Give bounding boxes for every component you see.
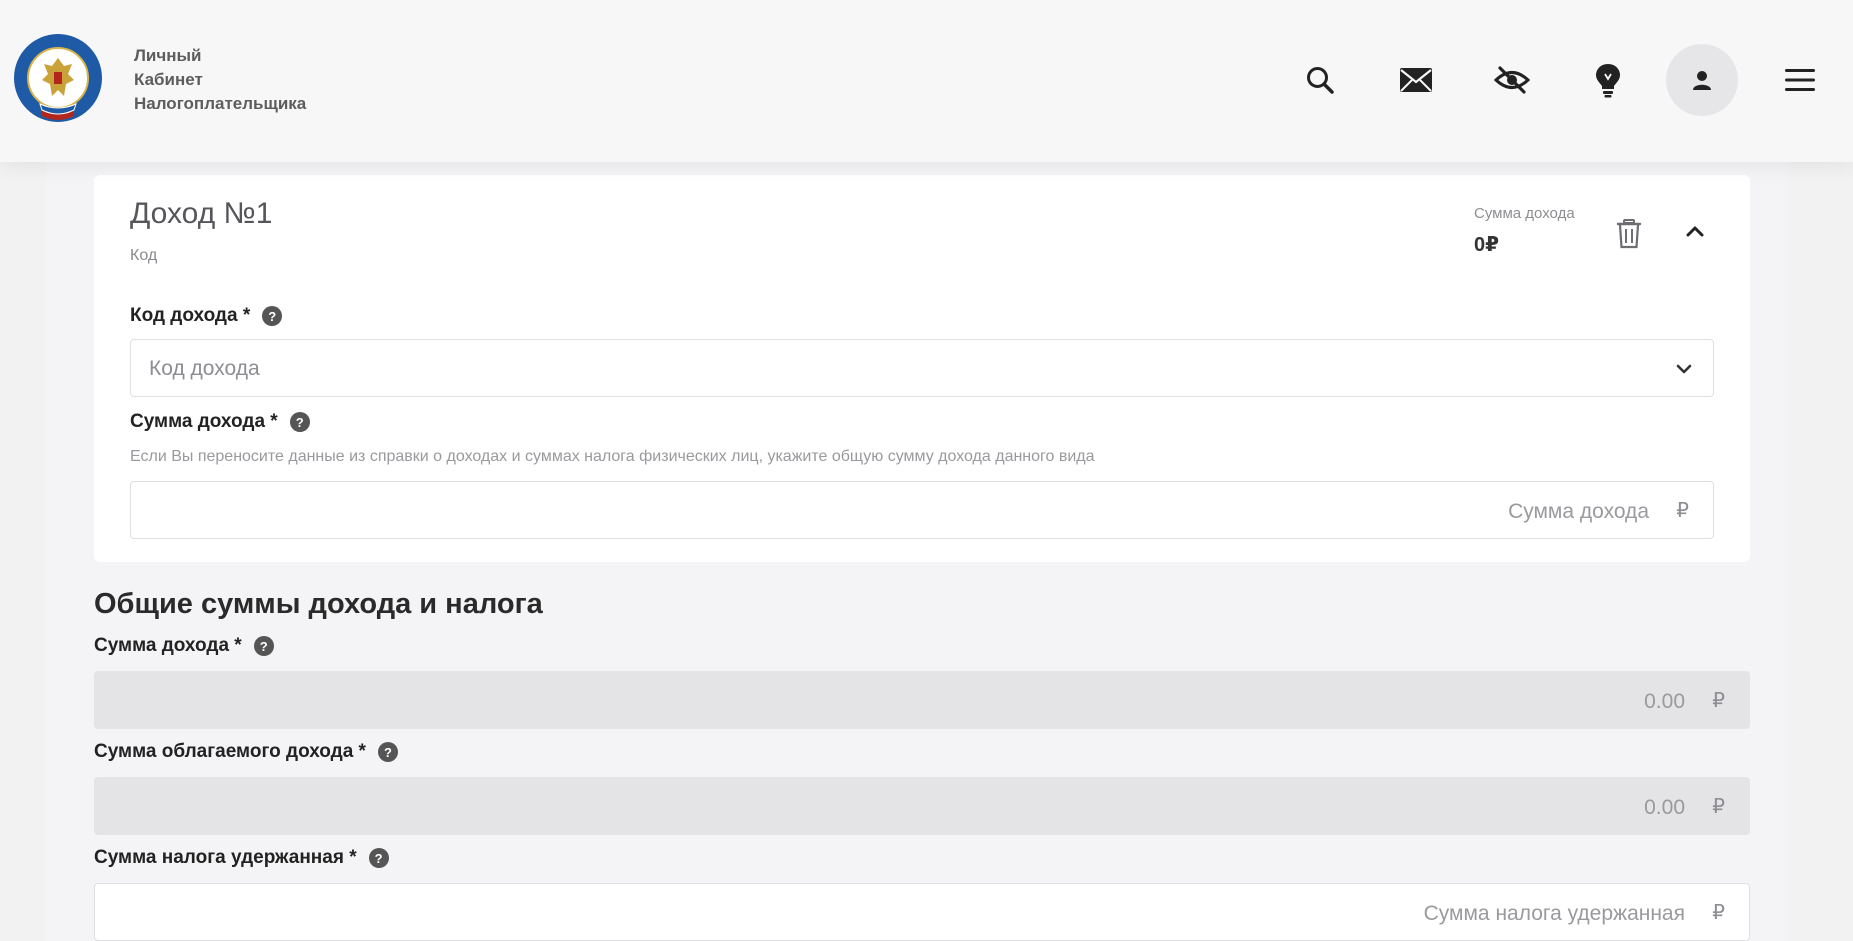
messages-button[interactable] — [1380, 44, 1452, 116]
delete-income-button[interactable] — [1616, 219, 1642, 249]
brand-line: Кабинет — [134, 70, 203, 89]
page: Личный Кабинет Налогоплательщика Доход №… — [0, 0, 1853, 941]
profile-button[interactable] — [1666, 44, 1738, 116]
withheld-tax-input[interactable]: Сумма налога удержанная ₽ — [94, 883, 1750, 941]
brand-title[interactable]: Личный Кабинет Налогоплательщика — [134, 44, 306, 116]
help-icon[interactable]: ? — [289, 412, 310, 432]
income-title: Доход №1 — [130, 197, 273, 230]
income-code-subtitle: Код — [130, 247, 158, 264]
ruble-icon: ₽ — [1676, 500, 1689, 522]
help-icon[interactable]: ? — [262, 306, 283, 326]
app-header: Личный Кабинет Налогоплательщика — [0, 0, 1853, 162]
mail-icon — [1400, 68, 1432, 92]
total-income-value: 0.00 — [1644, 690, 1685, 713]
chevron-down-icon — [1676, 364, 1692, 374]
brand-line: Налогоплательщика — [134, 94, 307, 113]
lightbulb-icon — [1596, 64, 1620, 98]
taxable-income-label-text: Сумма облагаемого дохода * — [94, 741, 366, 762]
withheld-tax-label-text: Сумма налога удержанная * — [94, 847, 357, 868]
withheld-tax-label: Сумма налога удержанная * ? — [94, 847, 389, 869]
total-income-label-text: Сумма дохода * — [94, 635, 242, 656]
search-button[interactable] — [1284, 44, 1356, 116]
ruble-icon: ₽ — [1712, 690, 1725, 712]
trash-icon — [1616, 219, 1642, 249]
fns-logo[interactable] — [12, 32, 104, 124]
hints-button[interactable] — [1572, 44, 1644, 116]
user-icon — [1693, 71, 1711, 90]
income-sum-label: Сумма дохода — [1474, 205, 1575, 222]
ruble-icon: ₽ — [1712, 902, 1725, 924]
taxable-income-field: 0.00 ₽ — [94, 777, 1750, 835]
income-code-label: Код дохода * ? — [130, 305, 283, 327]
income-code-select[interactable]: Код дохода — [130, 339, 1714, 397]
withheld-tax-placeholder: Сумма налога удержанная — [1423, 902, 1685, 925]
income-amount-placeholder: Сумма дохода — [1508, 500, 1649, 523]
income-code-placeholder: Код дохода — [149, 357, 260, 380]
brand-line: Личный — [134, 46, 202, 65]
help-icon[interactable]: ? — [253, 636, 274, 656]
taxable-income-label: Сумма облагаемого дохода * ? — [94, 741, 398, 763]
menu-icon — [1785, 69, 1815, 91]
income-amount-input[interactable]: Сумма дохода ₽ — [130, 481, 1714, 539]
income-card: Доход №1 Код Сумма дохода 0₽ Код дохода … — [94, 175, 1750, 562]
search-icon — [1307, 67, 1334, 94]
income-sum-value: 0₽ — [1474, 234, 1500, 256]
menu-button[interactable] — [1764, 44, 1836, 116]
collapse-income-button[interactable] — [1682, 219, 1708, 245]
income-amount-label: Сумма дохода * ? — [130, 411, 310, 433]
help-icon[interactable]: ? — [368, 848, 389, 868]
help-icon[interactable]: ? — [377, 742, 398, 762]
total-income-field: 0.00 ₽ — [94, 671, 1750, 729]
income-amount-label-text: Сумма дохода * — [130, 411, 278, 432]
eye-off-icon — [1494, 66, 1530, 94]
taxable-income-value: 0.00 — [1644, 796, 1685, 819]
chevron-up-icon — [1686, 226, 1704, 237]
income-code-label-text: Код дохода * — [130, 305, 251, 326]
accessibility-button[interactable] — [1476, 44, 1548, 116]
income-amount-hint: Если Вы переносите данные из справки о д… — [130, 448, 1095, 465]
ruble-icon: ₽ — [1712, 796, 1725, 818]
total-income-label: Сумма дохода * ? — [94, 635, 274, 657]
totals-section-title: Общие суммы дохода и налога — [94, 588, 543, 620]
